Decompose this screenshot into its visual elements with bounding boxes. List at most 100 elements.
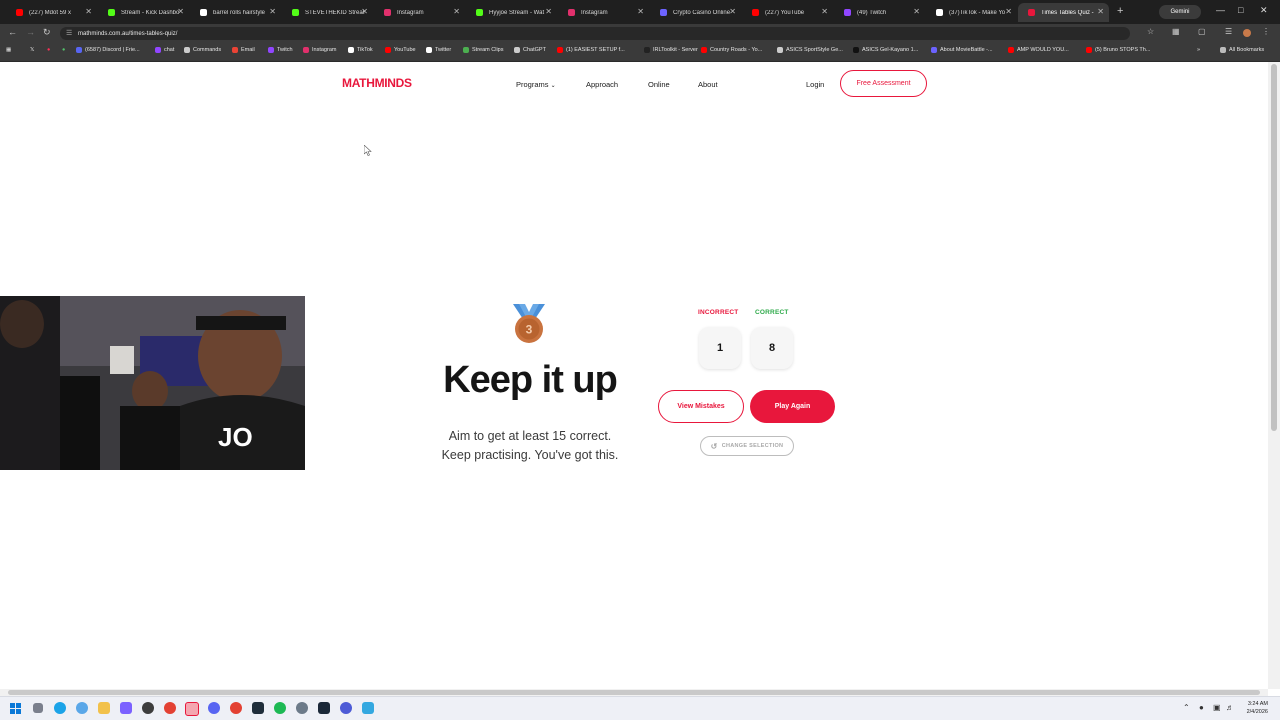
bookmark-item[interactable]: ASICS Gel-Kayano 1... [853,47,918,53]
change-selection-button[interactable]: ↺ CHANGE SELECTION [700,436,794,456]
horizontal-scrollbar[interactable] [0,689,1268,696]
terminal-icon[interactable] [252,702,264,714]
tab-close-icon[interactable]: ✕ [85,7,92,16]
bookmark-item[interactable]: About MovieBattle -... [931,47,993,53]
microphone-icon[interactable]: ● [1199,703,1204,712]
forward-icon[interactable]: → [26,27,35,37]
bookmark-item[interactable]: Instagram [303,47,336,53]
url-field[interactable]: ☰ mathminds.com.au/times-tables-quiz/ [60,27,1130,40]
more-bookmarks-icon[interactable]: » [1197,47,1200,53]
tray-chevron-icon[interactable]: ⌃ [1183,703,1190,712]
tab-close-icon[interactable]: ✕ [1005,7,1012,16]
new-tab-button[interactable]: + [1117,5,1123,17]
bookmark-item[interactable]: Country Roads - Yo... [701,47,762,53]
bookmark-item[interactable]: (5) Bruno STOPS Th... [1086,47,1150,53]
app-icon-cyan[interactable] [362,702,374,714]
view-mistakes-button[interactable]: View Mistakes [658,390,744,423]
green-favicon-icon[interactable]: ● [62,47,65,53]
bookmark-star-icon[interactable]: ☆ [1147,27,1154,36]
reload-icon[interactable]: ↻ [43,27,51,38]
play-again-button[interactable]: Play Again [750,390,835,423]
browser-tab[interactable]: (227) Mdot 59 x ✕ [6,3,97,22]
browser-tab[interactable]: (49) Twitch ✕ [834,3,925,22]
browser-tab[interactable]: Instagram ✕ [374,3,465,22]
app-icon-blue[interactable] [340,702,352,714]
bookmark-item[interactable]: chat [155,47,174,53]
tab-close-icon[interactable]: ✕ [1097,7,1104,16]
steam-icon[interactable] [318,702,330,714]
chrome-icon-1[interactable] [164,702,176,714]
browser-tab[interactable]: Times Tables Quiz - ✕ [1018,3,1109,22]
horizontal-scroll-thumb[interactable] [8,690,1260,695]
tab-close-icon[interactable]: ✕ [453,7,460,16]
bookmark-item[interactable]: AMP WOULD YOU... [1008,47,1069,53]
chrome-icon-2[interactable] [230,702,242,714]
network-icon[interactable]: ▣ [1213,703,1221,712]
tab-close-icon[interactable]: ✕ [361,7,368,16]
windows-start-icon[interactable] [10,703,21,714]
bookmark-item[interactable]: Twitch [268,47,293,53]
bookmark-item[interactable]: Commands [184,47,221,53]
sidepanel-icon[interactable]: ▢ [1198,27,1206,36]
system-clock[interactable]: 3:24 AM 2/4/2026 [1238,700,1268,716]
browser-tab[interactable]: (227) YouTube ✕ [742,3,833,22]
file-explorer-icon[interactable] [98,702,110,714]
volume-icon[interactable]: ♬ [1226,703,1234,712]
bookmark-item[interactable]: ASICS SportStyle Ge... [777,47,843,53]
nav-approach[interactable]: Approach [586,80,618,89]
bookmark-item[interactable]: (6587) Discord | Frie... [76,47,140,53]
spotify-icon[interactable] [274,702,286,714]
close-window-icon[interactable]: ✕ [1260,5,1268,16]
gemini-button[interactable]: Gemini [1159,5,1201,19]
x-icon[interactable]: 𝕏 [30,47,34,53]
mathminds-logo[interactable]: MATHMINDS [342,76,412,90]
tab-close-icon[interactable]: ✕ [637,7,644,16]
menu-icon[interactable]: ⋮ [1262,27,1270,36]
nav-about[interactable]: About [698,80,718,89]
all-bookmarks[interactable]: All Bookmarks [1220,47,1264,53]
browser-tab[interactable]: Stream - Kick Dashbo ✕ [98,3,189,22]
media-icon[interactable]: ☰ [1225,27,1232,36]
tab-close-icon[interactable]: ✕ [729,7,736,16]
bookmark-item[interactable]: Twitter [426,47,451,53]
login-link[interactable]: Login [806,80,824,89]
tab-close-icon[interactable]: ✕ [545,7,552,16]
bookmark-item[interactable]: Email [232,47,255,53]
nav-online[interactable]: Online [648,80,670,89]
browser-tab[interactable]: Crypto Casino Online ✕ [650,3,741,22]
site-info-icon[interactable]: ☰ [66,29,72,37]
nav-programs[interactable]: Programs ⌄ [516,80,556,89]
back-icon[interactable]: ← [8,27,17,37]
active-app-icon[interactable] [185,702,199,716]
bookmark-item[interactable]: (1) EASIEST SETUP f... [557,47,625,53]
browser-tab[interactable]: Hyyjoe Stream - Wat ✕ [466,3,557,22]
bookmark-item[interactable]: IRLToolkit - Server [644,47,698,53]
minimize-icon[interactable]: — [1216,5,1225,15]
tab-close-icon[interactable]: ✕ [821,7,828,16]
bookmark-item[interactable]: YouTube [385,47,416,53]
browser-tab[interactable]: (37)TikTok - Make Yo ✕ [926,3,1017,22]
apps-icon[interactable]: ▦ [6,47,11,53]
tab-close-icon[interactable]: ✕ [269,7,276,16]
vertical-scroll-thumb[interactable] [1271,64,1277,431]
bookmark-item[interactable]: Stream Clips [463,47,503,53]
extensions-icon[interactable]: ▦ [1172,27,1180,36]
browser-tab[interactable]: barrel rolls hairstyle ✕ [190,3,281,22]
discord-icon[interactable] [208,702,220,714]
browser-tab[interactable]: Instagram ✕ [558,3,649,22]
obs-icon[interactable] [142,702,154,714]
copilot-icon[interactable] [76,702,88,714]
bookmark-item[interactable]: ChatGPT [514,47,546,53]
app-icon-purple[interactable] [120,702,132,714]
edge-icon[interactable] [54,702,66,714]
taskview-icon[interactable] [33,703,43,713]
free-assessment-button[interactable]: Free Assessment [840,70,927,97]
browser-tab[interactable]: STEVETHEKID Stream ✕ [282,3,373,22]
bookmark-item[interactable]: TikTok [348,47,373,53]
tab-close-icon[interactable]: ✕ [177,7,184,16]
profile-avatar[interactable] [1243,29,1251,37]
maximize-icon[interactable]: □ [1238,5,1243,15]
red-favicon-icon[interactable]: ● [47,47,50,53]
vertical-scrollbar[interactable] [1268,62,1280,689]
tab-close-icon[interactable]: ✕ [913,7,920,16]
